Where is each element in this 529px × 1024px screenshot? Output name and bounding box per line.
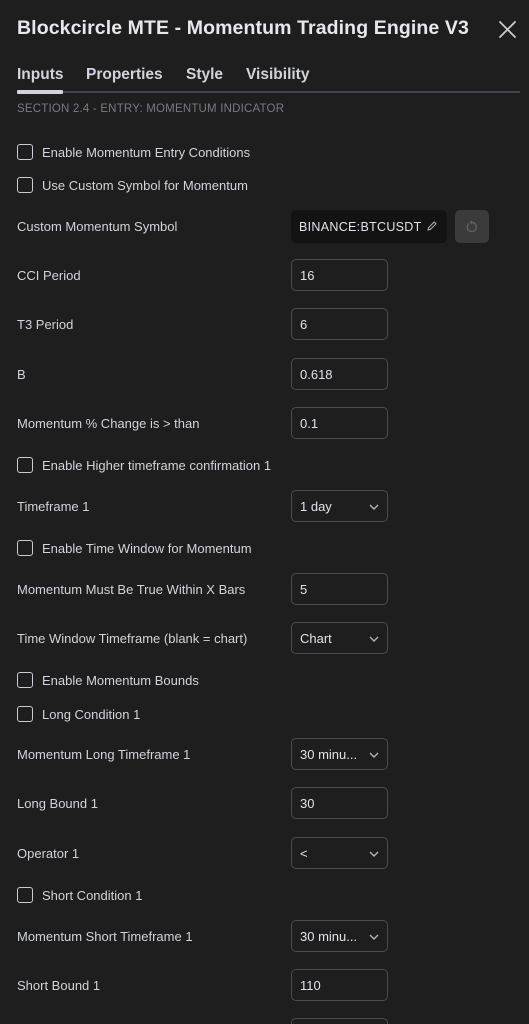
checkbox-label: Use Custom Symbol for Momentum xyxy=(42,177,248,193)
momentum-change-input[interactable]: 0.1 xyxy=(291,407,388,439)
tab-inputs[interactable]: Inputs xyxy=(17,66,64,84)
checkbox-label: Long Condition 1 xyxy=(42,706,141,722)
checkbox-label: Enable Momentum Entry Conditions xyxy=(42,144,251,160)
tab-style[interactable]: Style xyxy=(186,66,223,84)
tab-active-indicator xyxy=(17,90,63,94)
t3-period-input[interactable]: 6 xyxy=(291,308,388,340)
tab-properties[interactable]: Properties xyxy=(86,66,163,84)
chevron-down-icon xyxy=(369,504,379,510)
pencil-icon xyxy=(427,221,437,231)
enable-htf-confirmation-checkbox[interactable]: Enable Higher timeframe confirmation 1 xyxy=(17,455,271,475)
reset-symbol-button[interactable] xyxy=(455,210,489,243)
select-value: Chart xyxy=(300,630,332,646)
checkbox-label: Short Condition 1 xyxy=(42,887,143,903)
within-x-bars-input[interactable]: 5 xyxy=(291,573,388,605)
chevron-down-icon xyxy=(369,851,379,857)
checkbox-box[interactable] xyxy=(17,540,33,556)
symbol-value: BINANCE:BTCUSDT xyxy=(299,219,422,234)
enable-momentum-bounds-checkbox[interactable]: Enable Momentum Bounds xyxy=(17,670,199,690)
short-tf-select[interactable]: 30 minu... xyxy=(291,920,388,952)
timeframe1-label: Timeframe 1 xyxy=(17,499,90,514)
short-bound-label: Short Bound 1 xyxy=(17,978,101,993)
checkbox-label: Enable Time Window for Momentum xyxy=(42,540,252,556)
cci-period-input[interactable]: 16 xyxy=(291,259,388,291)
close-button[interactable] xyxy=(494,17,520,43)
b-label: B xyxy=(17,367,26,382)
select-value: 30 minu... xyxy=(300,746,358,762)
symbol-picker[interactable]: BINANCE:BTCUSDT xyxy=(291,210,447,243)
next-input-partial[interactable] xyxy=(291,1018,388,1024)
checkbox-label: Enable Higher timeframe confirmation 1 xyxy=(42,457,272,473)
timeframe1-select[interactable]: 1 day xyxy=(291,490,388,522)
checkbox-box[interactable] xyxy=(17,177,33,193)
select-value: 1 day xyxy=(300,498,332,514)
t3-period-label: T3 Period xyxy=(17,317,74,332)
enable-time-window-checkbox[interactable]: Enable Time Window for Momentum xyxy=(17,538,252,558)
chevron-down-icon xyxy=(369,752,379,758)
long-bound-label: Long Bound 1 xyxy=(17,796,98,811)
select-value: < xyxy=(300,845,308,861)
reset-icon xyxy=(466,220,478,233)
cci-period-label: CCI Period xyxy=(17,268,81,283)
long-tf-select[interactable]: 30 minu... xyxy=(291,738,388,770)
long-condition-checkbox[interactable]: Long Condition 1 xyxy=(17,704,140,724)
section-header: SECTION 2.4 - ENTRY: MOMENTUM INDICATOR xyxy=(17,103,285,115)
checkbox-box[interactable] xyxy=(17,457,33,473)
long-tf-label: Momentum Long Timeframe 1 xyxy=(17,747,191,762)
checkbox-box[interactable] xyxy=(17,144,33,160)
chevron-down-icon xyxy=(369,636,379,642)
tab-visibility[interactable]: Visibility xyxy=(246,66,309,84)
short-bound-input[interactable]: 110 xyxy=(291,969,388,1001)
chevron-down-icon xyxy=(369,934,379,940)
b-input[interactable]: 0.618 xyxy=(291,358,388,390)
checkbox-box[interactable] xyxy=(17,672,33,688)
select-value: 30 minu... xyxy=(300,928,358,944)
short-condition-checkbox[interactable]: Short Condition 1 xyxy=(17,885,142,905)
momentum-change-label: Momentum % Change is > than xyxy=(17,416,200,431)
close-icon xyxy=(499,21,516,38)
operator-label: Operator 1 xyxy=(17,846,80,861)
dialog-title: Blockcircle MTE - Momentum Trading Engin… xyxy=(17,17,469,39)
custom-symbol-label: Custom Momentum Symbol xyxy=(17,219,178,234)
checkbox-box[interactable] xyxy=(17,706,33,722)
checkbox-label: Enable Momentum Bounds xyxy=(42,672,199,688)
long-bound-input[interactable]: 30 xyxy=(291,787,388,819)
enable-momentum-entry-checkbox[interactable]: Enable Momentum Entry Conditions xyxy=(17,142,250,162)
tab-bar: Inputs Properties Style Visibility xyxy=(0,60,529,94)
time-window-tf-select[interactable]: Chart xyxy=(291,622,388,654)
operator-select[interactable]: < xyxy=(291,837,388,869)
time-window-tf-label: Time Window Timeframe (blank = chart) xyxy=(17,631,248,646)
use-custom-symbol-checkbox[interactable]: Use Custom Symbol for Momentum xyxy=(17,175,248,195)
tab-divider xyxy=(17,91,520,93)
checkbox-box[interactable] xyxy=(17,887,33,903)
short-tf-label: Momentum Short Timeframe 1 xyxy=(17,929,193,944)
within-x-bars-label: Momentum Must Be True Within X Bars xyxy=(17,582,246,597)
